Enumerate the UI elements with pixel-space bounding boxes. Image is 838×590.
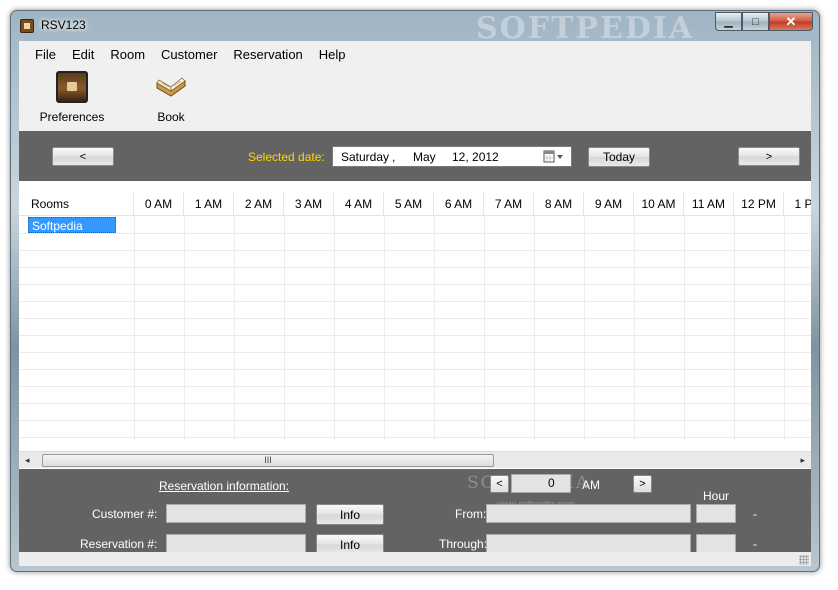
date-navigation-bar: < Selected date: Saturday , May 12, 2012 (19, 131, 811, 181)
hour-header: 5 AM (384, 192, 434, 216)
preferences-button[interactable]: Preferences (37, 71, 107, 124)
grid-header: Rooms 0 AM 1 AM 2 AM 3 AM 4 AM 5 AM 6 AM… (19, 192, 811, 216)
customer-label: Customer #: (92, 507, 158, 521)
menu-room[interactable]: Room (102, 47, 153, 62)
today-button[interactable]: Today (588, 147, 650, 167)
grid-body[interactable]: Softpedia Room (19, 216, 811, 440)
date-day-year: 12, 2012 (452, 150, 499, 164)
reservation-label: Reservation #: (80, 537, 158, 551)
menu-bar: File Edit Room Customer Reservation Help (19, 41, 811, 67)
reservation-number-field[interactable] (166, 534, 306, 553)
hour-header: 1 PM (784, 192, 811, 216)
book-icon (154, 71, 188, 103)
hour-header: 8 AM (534, 192, 584, 216)
menu-file[interactable]: File (27, 47, 64, 62)
scroll-thumb[interactable]: III (42, 454, 494, 467)
maximize-button[interactable]: □ (742, 12, 769, 31)
hour-header: 9 AM (584, 192, 634, 216)
schedule-grid: Rooms 0 AM 1 AM 2 AM 3 AM 4 AM 5 AM 6 AM… (19, 181, 811, 469)
ampm-label: AM (582, 478, 600, 492)
date-comma: , (392, 150, 396, 164)
hour-label: Hour (703, 489, 730, 503)
title-bar[interactable]: RSV123 SOFTPEDIA ▁ □ ✕ (11, 11, 819, 46)
horizontal-scrollbar[interactable]: ◂ III ▸ (19, 451, 811, 468)
preferences-icon (56, 71, 88, 103)
hour-header: 1 AM (184, 192, 234, 216)
through-hour-field[interactable] (696, 534, 736, 553)
hour-header: 11 AM (684, 192, 734, 216)
menu-customer[interactable]: Customer (153, 47, 225, 62)
preferences-label: Preferences (39, 110, 105, 124)
hour-header: 2 AM (234, 192, 284, 216)
app-icon[interactable] (20, 19, 34, 33)
from-label: From: (455, 507, 487, 521)
app-window: RSV123 SOFTPEDIA ▁ □ ✕ File Edit Room Cu… (10, 10, 820, 572)
menu-help[interactable]: Help (311, 47, 354, 62)
reservation-info-link[interactable]: Reservation information: (159, 479, 289, 493)
from-dash: - (753, 507, 757, 521)
customer-number-field[interactable] (166, 504, 306, 523)
hour-header: 7 AM (484, 192, 534, 216)
minimize-button[interactable]: ▁ (715, 12, 742, 31)
toolbar: Preferences Book (19, 67, 811, 131)
from-date-field[interactable] (486, 504, 691, 523)
date-month: May (413, 150, 436, 164)
next-day-button[interactable]: > (738, 147, 800, 166)
through-date-field[interactable] (486, 534, 691, 553)
hour-header: 10 AM (634, 192, 684, 216)
hour-header: 12 PM (734, 192, 784, 216)
scroll-left-icon[interactable]: ◂ (25, 455, 30, 466)
status-bar (19, 552, 811, 566)
caption-buttons: ▁ □ ✕ (715, 12, 813, 32)
book-button[interactable]: Book (136, 71, 206, 124)
hour-header: 0 AM (134, 192, 184, 216)
date-weekday: Saturday (341, 150, 390, 164)
rooms-column-header: Rooms (19, 192, 134, 216)
calendar-dropdown-icon[interactable] (543, 150, 565, 164)
customer-info-button[interactable]: Info (316, 504, 384, 525)
close-button[interactable]: ✕ (769, 12, 813, 31)
hour-header: 3 AM (284, 192, 334, 216)
hour-next-button[interactable]: > (633, 475, 652, 493)
hour-value-field[interactable]: 0 (511, 474, 571, 493)
date-picker[interactable]: Saturday , May 12, 2012 (332, 146, 572, 167)
hour-header: 6 AM (434, 192, 484, 216)
menu-edit[interactable]: Edit (64, 47, 102, 62)
previous-day-button[interactable]: < (52, 147, 114, 166)
resize-grip-icon[interactable] (799, 555, 809, 565)
client-area: File Edit Room Customer Reservation Help… (19, 41, 811, 566)
window-title: RSV123 (41, 18, 86, 32)
reservation-info-panel: Reservation information: Customer #: Inf… (19, 469, 811, 555)
room-row-softpedia[interactable]: Softpedia Room (28, 217, 116, 249)
book-label: Book (157, 110, 185, 124)
hour-prev-button[interactable]: < (490, 475, 509, 493)
scroll-right-icon[interactable]: ▸ (800, 455, 805, 466)
hour-header: 4 AM (334, 192, 384, 216)
from-hour-field[interactable] (696, 504, 736, 523)
selected-date-label: Selected date: (248, 150, 325, 164)
menu-reservation[interactable]: Reservation (225, 47, 310, 62)
through-dash: - (753, 537, 757, 551)
through-label: Through: (439, 537, 488, 551)
